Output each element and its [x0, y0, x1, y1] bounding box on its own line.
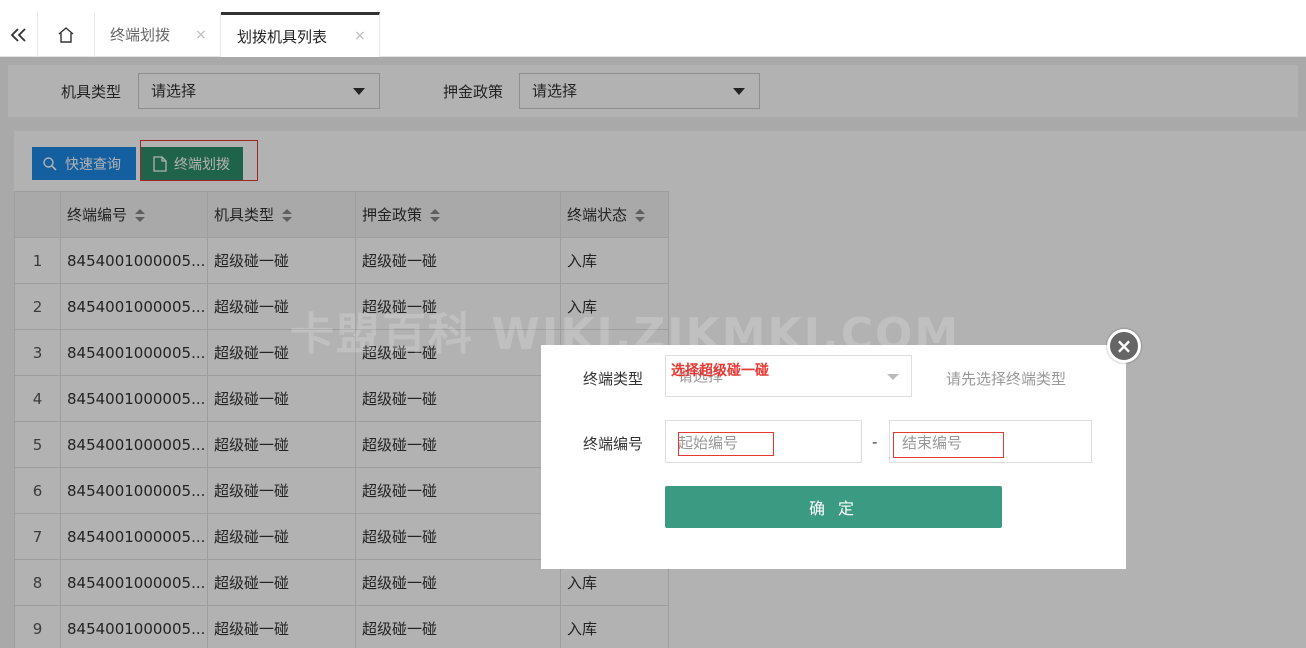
confirm-button[interactable]: 确 定: [665, 486, 1002, 528]
tab-bar: 终端划拨 × 划拨机具列表 ×: [0, 12, 1306, 57]
home-tab[interactable]: [38, 12, 95, 57]
tab-label: 划拨机具列表: [237, 27, 328, 46]
collapse-sidebar-button[interactable]: [0, 12, 38, 57]
dropdown-caret-icon: [887, 374, 899, 380]
home-icon: [58, 26, 74, 43]
terminal-type-hint: 请先选择终端类型: [946, 370, 1067, 388]
double-chevron-left-icon: [10, 27, 26, 42]
tab-label: 终端划拨: [110, 26, 171, 44]
confirm-label: 确 定: [808, 499, 859, 518]
close-tab-icon[interactable]: ×: [354, 28, 366, 44]
terminal-assign-dialog: 终端类型 请选择 选择超级碰一碰 请先选择终端类型 终端编号 起始编号 - 结束…: [541, 345, 1126, 569]
terminal-type-label: 终端类型: [583, 370, 644, 388]
terminal-no-label: 终端编号: [583, 435, 644, 453]
annotation-highlight-box: [893, 432, 1004, 458]
annotation-text: 选择超级碰一碰: [671, 363, 769, 379]
close-dialog-button[interactable]: ×: [1107, 329, 1141, 363]
annotation-highlight-box: [678, 432, 774, 456]
top-strip: [0, 0, 1306, 12]
range-separator: -: [872, 433, 878, 451]
close-tab-icon[interactable]: ×: [195, 27, 207, 43]
tab-assigned-device-list[interactable]: 划拨机具列表 ×: [221, 12, 380, 57]
tab-terminal-assign[interactable]: 终端划拨 ×: [95, 12, 221, 57]
close-icon: ×: [1115, 334, 1133, 358]
